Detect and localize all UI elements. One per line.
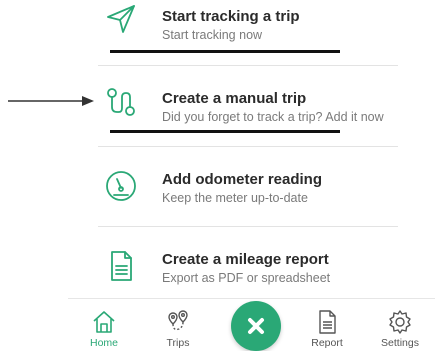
- menu-item-title: Create a manual trip: [162, 90, 307, 107]
- close-icon: [248, 318, 264, 334]
- menu-item-title: Start tracking a trip: [162, 8, 300, 25]
- menu-item-subtitle: Keep the meter up-to-date: [162, 191, 308, 205]
- nav-trips-label: Trips: [166, 337, 190, 349]
- close-fab-button[interactable]: [231, 301, 281, 351]
- pointer-arrow: [8, 96, 94, 106]
- menu-item-subtitle: Did you forget to track a trip? Add it n…: [162, 110, 384, 124]
- divider: [98, 65, 398, 66]
- menu-item-subtitle: Export as PDF or spreadsheet: [162, 271, 331, 285]
- divider: [98, 226, 398, 227]
- underline-mark: [110, 130, 340, 133]
- menu-item-mileage-report[interactable]: Create a mileage report Export as PDF or…: [98, 243, 398, 287]
- nav-settings-label: Settings: [381, 337, 419, 349]
- nav-report-label: Report: [311, 337, 343, 349]
- gear-icon: [389, 310, 411, 334]
- nav-home-label: Home: [89, 337, 118, 349]
- nav-settings[interactable]: Settings: [373, 309, 427, 349]
- nav-report[interactable]: Report: [300, 309, 354, 349]
- nav-home[interactable]: Home: [77, 309, 131, 349]
- menu-item-manual-trip[interactable]: Create a manual trip Did you forget to t…: [98, 82, 398, 126]
- menu-item-subtitle: Start tracking now: [162, 28, 263, 42]
- send-icon: [104, 2, 138, 36]
- menu-item-title: Create a mileage report: [162, 251, 329, 268]
- home-icon: [93, 311, 115, 333]
- trips-icon: [168, 310, 188, 331]
- gauge-icon: [104, 169, 138, 203]
- route-icon: [104, 85, 138, 119]
- nav-trips[interactable]: Trips: [151, 309, 205, 349]
- menu-item-title: Add odometer reading: [162, 171, 323, 188]
- menu-item-start-tracking[interactable]: Start tracking a trip Start tracking now: [98, 0, 398, 44]
- menu-item-odometer[interactable]: Add odometer reading Keep the meter up-t…: [98, 163, 398, 207]
- underline-mark: [110, 50, 340, 53]
- report-icon: [319, 310, 336, 334]
- divider: [98, 146, 398, 147]
- document-icon: [104, 249, 138, 283]
